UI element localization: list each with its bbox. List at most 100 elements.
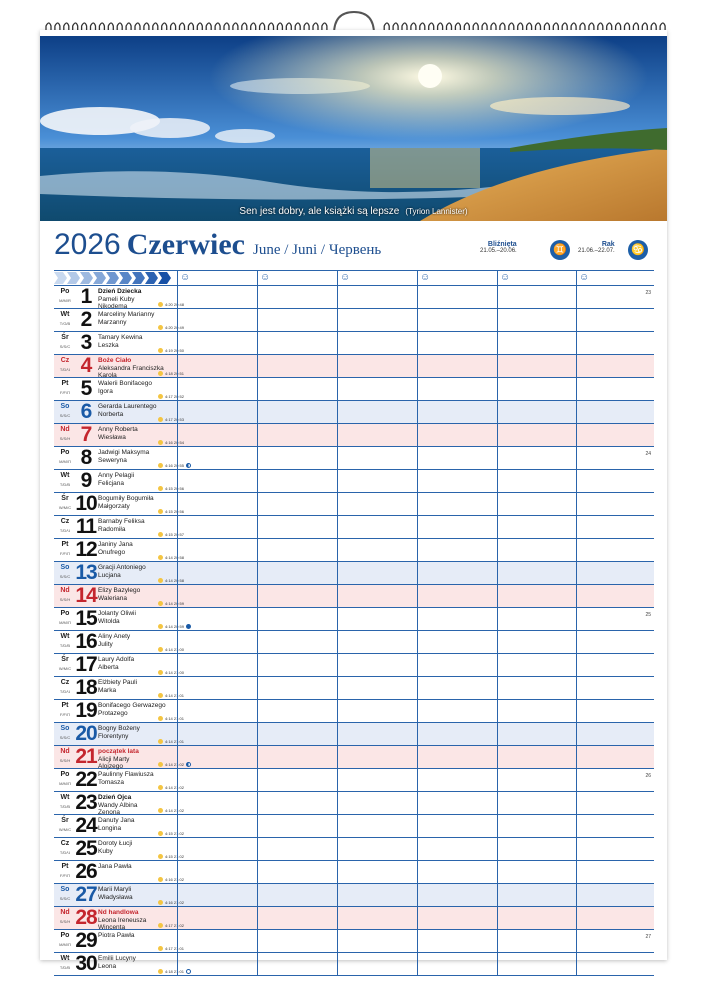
note-cell[interactable] (178, 792, 257, 814)
note-cell[interactable] (498, 677, 576, 699)
note-cell[interactable] (178, 884, 257, 906)
note-cell[interactable] (178, 654, 257, 676)
note-cell[interactable] (178, 424, 257, 446)
note-cell[interactable] (498, 953, 576, 975)
note-cell[interactable] (498, 746, 576, 768)
note-cell[interactable] (498, 470, 576, 492)
note-cell[interactable] (577, 700, 654, 722)
note-cell[interactable] (418, 815, 497, 837)
note-cell[interactable] (338, 516, 417, 538)
note-cell[interactable] (498, 585, 576, 607)
note-cell[interactable] (258, 401, 337, 423)
note-cell[interactable] (258, 884, 337, 906)
note-cell[interactable] (498, 539, 576, 561)
note-cell[interactable] (498, 286, 576, 308)
note-cell[interactable] (577, 424, 654, 446)
note-cell[interactable] (498, 723, 576, 745)
note-cell[interactable] (498, 631, 576, 653)
note-cell[interactable] (178, 562, 257, 584)
note-cell[interactable] (498, 401, 576, 423)
note-cell[interactable] (258, 792, 337, 814)
note-cell[interactable] (258, 838, 337, 860)
note-cell[interactable] (178, 286, 257, 308)
note-cell[interactable] (418, 424, 497, 446)
note-cell[interactable] (418, 907, 497, 929)
note-cell[interactable] (338, 792, 417, 814)
note-cell[interactable] (418, 516, 497, 538)
note-cell[interactable] (338, 654, 417, 676)
note-cell[interactable] (178, 907, 257, 929)
note-cell[interactable] (577, 769, 654, 791)
note-cell[interactable] (258, 815, 337, 837)
note-cell[interactable] (258, 631, 337, 653)
note-cell[interactable] (577, 654, 654, 676)
note-cell[interactable] (178, 332, 257, 354)
note-cell[interactable] (178, 493, 257, 515)
note-cell[interactable] (418, 608, 497, 630)
note-cell[interactable] (418, 332, 497, 354)
note-cell[interactable] (258, 539, 337, 561)
note-cell[interactable] (418, 286, 497, 308)
note-cell[interactable] (418, 309, 497, 331)
note-cell[interactable] (338, 447, 417, 469)
note-cell[interactable] (498, 355, 576, 377)
note-cell[interactable] (418, 769, 497, 791)
note-cell[interactable] (577, 493, 654, 515)
note-cell[interactable] (577, 930, 654, 952)
note-cell[interactable] (258, 608, 337, 630)
note-cell[interactable] (577, 286, 654, 308)
note-cell[interactable] (338, 539, 417, 561)
note-cell[interactable] (498, 309, 576, 331)
note-cell[interactable] (498, 815, 576, 837)
note-cell[interactable] (338, 838, 417, 860)
note-cell[interactable] (178, 700, 257, 722)
note-cell[interactable] (338, 378, 417, 400)
note-cell[interactable] (577, 562, 654, 584)
note-cell[interactable] (418, 401, 497, 423)
note-cell[interactable] (338, 562, 417, 584)
note-cell[interactable] (178, 608, 257, 630)
note-cell[interactable] (577, 585, 654, 607)
note-cell[interactable] (258, 332, 337, 354)
note-cell[interactable] (258, 585, 337, 607)
note-cell[interactable] (577, 516, 654, 538)
note-cell[interactable] (178, 953, 257, 975)
note-cell[interactable] (338, 286, 417, 308)
note-cell[interactable] (338, 746, 417, 768)
note-cell[interactable] (577, 309, 654, 331)
note-cell[interactable] (418, 539, 497, 561)
note-cell[interactable] (577, 539, 654, 561)
note-cell[interactable] (178, 838, 257, 860)
note-cell[interactable] (338, 631, 417, 653)
note-cell[interactable] (178, 769, 257, 791)
note-cell[interactable] (418, 884, 497, 906)
note-cell[interactable] (498, 838, 576, 860)
note-cell[interactable] (498, 447, 576, 469)
note-cell[interactable] (258, 447, 337, 469)
note-cell[interactable] (338, 700, 417, 722)
note-cell[interactable] (418, 953, 497, 975)
note-cell[interactable] (418, 585, 497, 607)
note-cell[interactable] (577, 378, 654, 400)
note-cell[interactable] (577, 746, 654, 768)
note-cell[interactable] (178, 631, 257, 653)
note-cell[interactable] (178, 723, 257, 745)
note-cell[interactable] (577, 815, 654, 837)
note-cell[interactable] (498, 378, 576, 400)
note-cell[interactable] (577, 608, 654, 630)
note-cell[interactable] (418, 470, 497, 492)
note-cell[interactable] (498, 608, 576, 630)
note-cell[interactable] (418, 792, 497, 814)
note-cell[interactable] (498, 769, 576, 791)
note-cell[interactable] (258, 516, 337, 538)
note-cell[interactable] (498, 516, 576, 538)
note-cell[interactable] (258, 907, 337, 929)
note-cell[interactable] (338, 355, 417, 377)
note-cell[interactable] (178, 677, 257, 699)
note-cell[interactable] (418, 447, 497, 469)
note-cell[interactable] (258, 769, 337, 791)
note-cell[interactable] (498, 654, 576, 676)
note-cell[interactable] (577, 884, 654, 906)
note-cell[interactable] (577, 470, 654, 492)
note-cell[interactable] (178, 401, 257, 423)
